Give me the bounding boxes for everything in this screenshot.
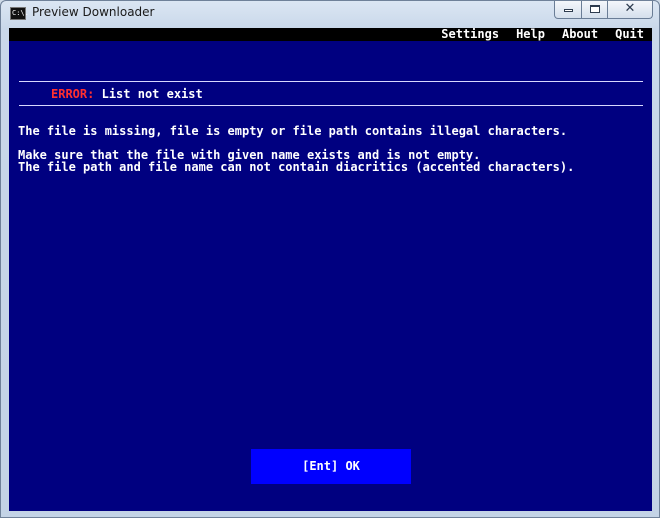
app-window: C:\. Preview Downloader ✕ Settings Help … xyxy=(0,0,660,518)
console-area: Settings Help About Quit ERROR: List not… xyxy=(9,28,652,511)
close-button[interactable]: ✕ xyxy=(608,1,653,19)
close-icon: ✕ xyxy=(624,1,636,16)
menu-item-about[interactable]: About xyxy=(562,28,598,41)
divider-bottom xyxy=(19,105,643,106)
message-line-1: The file is missing, file is empty or fi… xyxy=(18,124,568,138)
menu-bar: Settings Help About Quit xyxy=(9,28,652,41)
title-bar[interactable]: C:\. Preview Downloader ✕ xyxy=(1,1,659,27)
menu-item-settings[interactable]: Settings xyxy=(441,28,499,41)
menu-item-quit[interactable]: Quit xyxy=(615,28,644,41)
window-controls: ✕ xyxy=(554,1,653,19)
minimize-button[interactable] xyxy=(554,1,582,19)
divider-top xyxy=(19,81,643,82)
menu-item-help[interactable]: Help xyxy=(516,28,545,41)
error-label: ERROR: xyxy=(51,87,95,101)
window-title: Preview Downloader xyxy=(32,5,155,19)
minimize-icon xyxy=(563,9,573,12)
menu-items: Settings Help About Quit xyxy=(424,28,644,41)
console-app-icon[interactable]: C:\. xyxy=(10,7,29,20)
error-message: List not exist xyxy=(101,87,203,101)
message-line-3: The file path and file name can not cont… xyxy=(18,160,575,174)
ok-button[interactable]: [Ent] OK xyxy=(251,449,411,484)
app-icon-label: C:\. xyxy=(12,9,29,17)
maximize-icon xyxy=(589,5,600,13)
error-heading: ERROR: List not exist xyxy=(51,87,203,101)
maximize-button[interactable] xyxy=(582,1,608,19)
